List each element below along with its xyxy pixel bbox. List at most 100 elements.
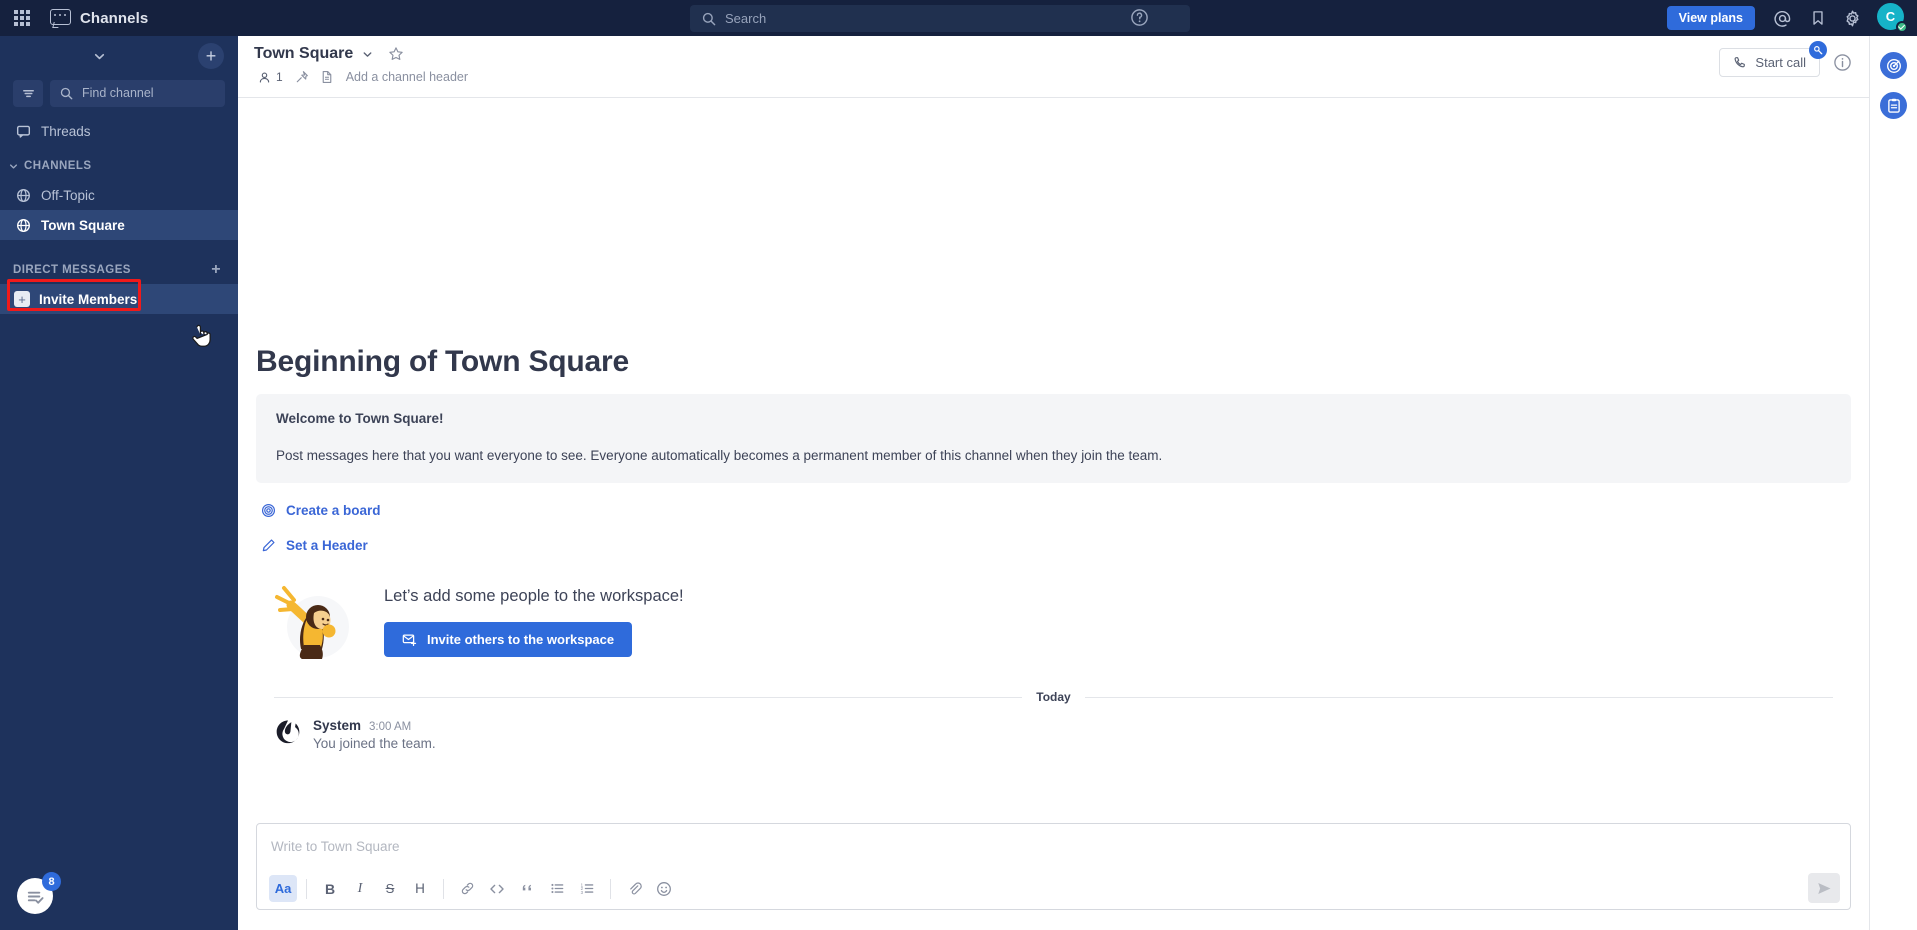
browse-or-create-channel-button[interactable]: +	[198, 43, 224, 69]
invite-envelope-icon	[402, 634, 417, 646]
favorite-star-icon[interactable]	[388, 46, 404, 62]
channel-info-button[interactable]	[1830, 50, 1855, 75]
channel-files-button[interactable]	[317, 67, 337, 87]
date-divider-label: Today	[1036, 690, 1071, 704]
online-status-icon	[1896, 21, 1908, 33]
app-bar	[1869, 36, 1917, 930]
sidebar-item-label: Off-Topic	[41, 187, 95, 203]
sidebar-item-off-topic[interactable]: Off-Topic	[0, 180, 238, 210]
product-switcher-button[interactable]	[0, 0, 44, 36]
chevron-down-icon	[94, 53, 104, 59]
italic-label: I	[357, 880, 363, 896]
toolbar-divider	[443, 878, 444, 899]
send-message-button[interactable]	[1808, 873, 1840, 903]
sidebar-item-threads[interactable]: Threads	[0, 116, 238, 146]
gear-icon	[1846, 10, 1859, 26]
saved-posts-button[interactable]	[1802, 3, 1833, 34]
formatting-toggle-button[interactable]: Aa	[269, 875, 297, 902]
create-board-label: Create a board	[286, 503, 381, 518]
start-call-button[interactable]: Start call	[1719, 48, 1820, 77]
channel-title[interactable]: Town Square	[254, 45, 353, 63]
sidebar-category-direct-messages[interactable]: DIRECT MESSAGES +	[0, 256, 238, 284]
add-channel-header-button[interactable]: Add a channel header	[342, 68, 472, 86]
invite-others-button[interactable]: Invite others to the workspace	[384, 622, 633, 657]
post-author[interactable]: System	[313, 718, 361, 733]
post-list: Beginning of Town Square Welcome to Town…	[238, 98, 1869, 804]
bold-button[interactable]: B	[316, 875, 344, 902]
app-bar-item-playbooks[interactable]	[1880, 52, 1907, 79]
start-call-wrapper: Start call	[1719, 41, 1827, 77]
invite-texts: Let’s add some people to the workspace! …	[384, 585, 684, 657]
member-icon	[259, 72, 270, 83]
search-placeholder-label: Search	[725, 11, 767, 26]
quote-button[interactable]	[513, 875, 541, 902]
help-button[interactable]	[1130, 8, 1149, 32]
post-message: You joined the team.	[313, 736, 436, 751]
attachment-button[interactable]	[620, 875, 648, 902]
bookmark-icon	[1812, 11, 1823, 25]
sidebar-team-header: +	[0, 36, 238, 76]
chevron-down-icon	[9, 163, 18, 169]
post-timestamp: 3:00 AM	[369, 721, 412, 733]
search-icon	[60, 87, 73, 99]
at-mention-icon	[1774, 10, 1791, 27]
file-icon	[322, 71, 332, 83]
app-bar-item-boards[interactable]	[1880, 92, 1907, 119]
channel-view: Beginning of Town Square Welcome to Town…	[238, 98, 1869, 930]
channel-subtitle-row: 1 Add a channel header	[238, 63, 1869, 87]
product-menu-button[interactable]: Channels	[44, 0, 158, 36]
channel-filter-button[interactable]	[13, 79, 43, 107]
send-icon	[1817, 882, 1831, 894]
sidebar-category-channels[interactable]: CHANNELS	[0, 152, 238, 180]
member-count-label: 1	[276, 70, 283, 84]
global-search[interactable]: Search	[690, 5, 1190, 32]
key-icon	[1813, 45, 1822, 54]
welcome-body: Post messages here that you want everyon…	[276, 448, 1163, 463]
waving-person-illustration	[266, 579, 362, 663]
pinned-posts-button[interactable]	[292, 67, 312, 87]
emoji-button[interactable]	[650, 875, 678, 902]
onboarding-badge: 8	[42, 872, 61, 891]
quote-icon	[522, 884, 531, 891]
toolbar-divider	[306, 878, 307, 899]
svg-text:3: 3	[580, 890, 583, 895]
sidebar-item-town-square[interactable]: Town Square	[0, 210, 238, 240]
pin-icon	[296, 71, 308, 83]
write-direct-message-button[interactable]: +	[211, 262, 225, 278]
playbooks-icon	[1886, 58, 1901, 73]
message-composer: Write to Town Square Aa B I S H 1 2 3	[256, 823, 1851, 910]
onboarding-checklist-button[interactable]: 8	[17, 872, 61, 914]
strikethrough-button[interactable]: S	[376, 875, 404, 902]
code-button[interactable]	[483, 875, 511, 902]
paperclip-icon	[629, 882, 642, 895]
chevron-down-icon[interactable]	[361, 48, 374, 61]
channel-members-button[interactable]: 1	[254, 68, 287, 86]
find-channel-input[interactable]: Find channel	[50, 79, 225, 107]
invite-people-block: Let’s add some people to the workspace! …	[256, 579, 1851, 663]
at-mention-button[interactable]	[1767, 3, 1798, 34]
view-plans-button[interactable]: View plans	[1666, 6, 1755, 30]
message-input[interactable]: Write to Town Square	[257, 824, 1850, 870]
code-icon	[490, 884, 504, 893]
grid-icon	[14, 10, 30, 26]
settings-button[interactable]	[1837, 3, 1868, 34]
globe-icon	[17, 218, 30, 232]
ordered-list-button[interactable]: 1 2 3	[573, 875, 601, 902]
set-header-link[interactable]: Set a Header	[256, 538, 368, 553]
bullet-list-button[interactable]	[543, 875, 571, 902]
team-menu-button[interactable]	[0, 36, 198, 76]
ordered-list-icon: 1 2 3	[580, 882, 593, 895]
create-board-link[interactable]: Create a board	[256, 503, 381, 518]
filter-icon	[22, 89, 34, 97]
post-item[interactable]: System 3:00 AM You joined the team.	[256, 704, 1851, 751]
premium-badge	[1809, 41, 1827, 59]
pencil-icon	[262, 539, 275, 552]
heading-button[interactable]: H	[406, 875, 434, 902]
sidebar-item-label: Threads	[41, 123, 91, 139]
link-button[interactable]	[453, 875, 481, 902]
bold-label: B	[324, 880, 336, 897]
italic-button[interactable]: I	[346, 875, 374, 902]
user-avatar-button[interactable]: C	[1877, 3, 1908, 33]
sidebar-search-row: Find channel	[0, 76, 238, 110]
sidebar-item-invite-members[interactable]: + Invite Members	[0, 284, 238, 314]
